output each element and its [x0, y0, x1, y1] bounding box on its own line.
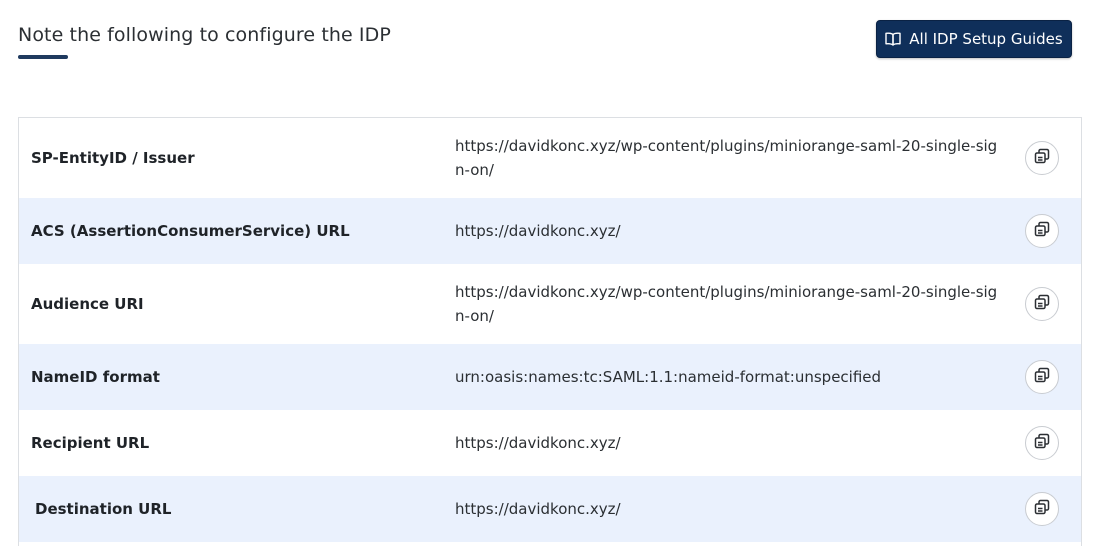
- title-underline: [18, 55, 68, 59]
- copy-button[interactable]: [1025, 214, 1059, 248]
- copy-icon: [1034, 367, 1050, 387]
- table-row-recipient-url: Recipient URL https://davidkonc.xyz/: [19, 410, 1081, 476]
- row-label: Destination URL: [35, 500, 172, 518]
- row-value[interactable]: https://davidkonc.xyz/: [455, 431, 1005, 455]
- row-label: SP-EntityID / Issuer: [31, 149, 195, 167]
- all-idp-setup-guides-label: All IDP Setup Guides: [909, 30, 1063, 48]
- copy-icon: [1034, 148, 1050, 168]
- table-row-destination-url: Destination URL https://davidkonc.xyz/: [19, 476, 1081, 542]
- table-row-acs-url: ACS (AssertionConsumerService) URL https…: [19, 198, 1081, 264]
- row-label: ACS (AssertionConsumerService) URL: [31, 222, 350, 240]
- page-title: Note the following to configure the IDP: [18, 24, 391, 46]
- row-label: NameID format: [31, 368, 160, 386]
- copy-icon: [1034, 433, 1050, 453]
- copy-button[interactable]: [1025, 287, 1059, 321]
- row-label: Recipient URL: [31, 434, 150, 452]
- table-row-sp-entity-id: SP-EntityID / Issuer https://davidkonc.x…: [19, 118, 1081, 198]
- copy-button[interactable]: [1025, 360, 1059, 394]
- copy-button[interactable]: [1025, 141, 1059, 175]
- row-value[interactable]: https://davidkonc.xyz/: [455, 497, 1005, 521]
- sp-metadata-table: SP-EntityID / Issuer https://davidkonc.x…: [18, 117, 1082, 546]
- copy-button[interactable]: [1025, 492, 1059, 526]
- row-value[interactable]: https://davidkonc.xyz/: [455, 219, 1005, 243]
- all-idp-setup-guides-button[interactable]: All IDP Setup Guides: [876, 20, 1072, 58]
- table-row-nameid-format: NameID format urn:oasis:names:tc:SAML:1.…: [19, 344, 1081, 410]
- copy-icon: [1034, 294, 1050, 314]
- book-icon: [885, 32, 901, 46]
- copy-button[interactable]: [1025, 426, 1059, 460]
- row-value[interactable]: https://davidkonc.xyz/wp-content/plugins…: [455, 134, 1005, 182]
- row-value[interactable]: urn:oasis:names:tc:SAML:1.1:nameid-forma…: [455, 365, 1005, 389]
- section-header: Note the following to configure the IDP: [18, 24, 391, 59]
- row-value[interactable]: https://davidkonc.xyz/wp-content/plugins…: [455, 280, 1005, 328]
- copy-icon: [1034, 499, 1050, 519]
- row-label: Audience URI: [31, 295, 144, 313]
- copy-icon: [1034, 221, 1050, 241]
- idp-config-page: Note the following to configure the IDP …: [0, 0, 1099, 546]
- table-row-audience-uri: Audience URI https://davidkonc.xyz/wp-co…: [19, 264, 1081, 344]
